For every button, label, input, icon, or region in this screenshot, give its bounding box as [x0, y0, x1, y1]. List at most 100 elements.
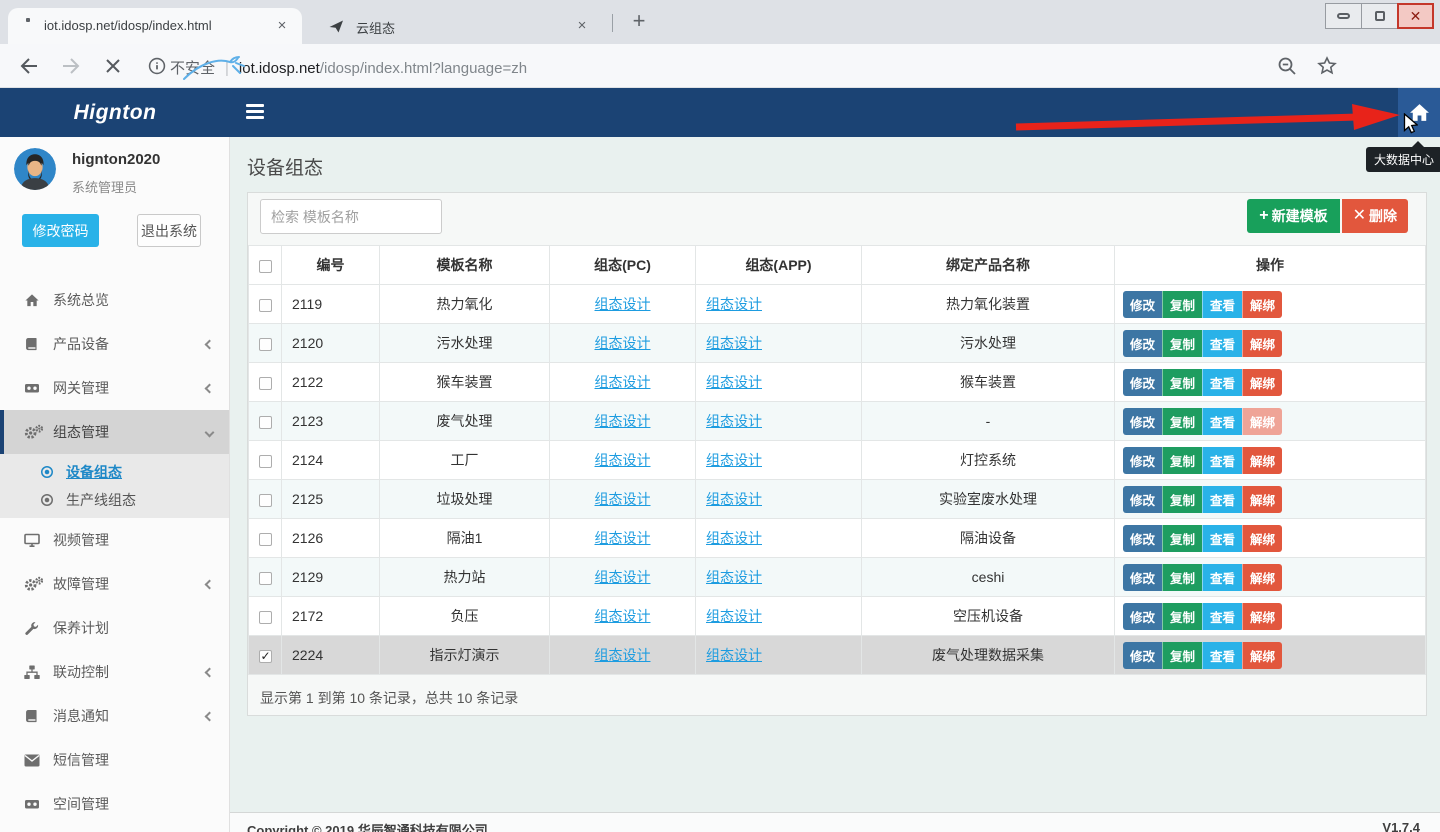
- pc-config-link[interactable]: 组态设计: [595, 569, 651, 585]
- copy-button[interactable]: 复制: [1162, 525, 1202, 552]
- stop-loading-icon[interactable]: [102, 55, 124, 77]
- sidebar-item-line-config[interactable]: 生产线组态: [0, 486, 229, 514]
- info-icon[interactable]: [148, 57, 166, 75]
- forward-icon[interactable]: [60, 55, 82, 77]
- edit-button[interactable]: 修改: [1123, 642, 1162, 669]
- edit-button[interactable]: 修改: [1123, 525, 1162, 552]
- sidebar-item-system-overview[interactable]: 系统总览: [0, 278, 229, 322]
- pc-config-link[interactable]: 组态设计: [595, 491, 651, 507]
- pc-config-link[interactable]: 组态设计: [595, 413, 651, 429]
- row-checkbox[interactable]: [259, 494, 272, 507]
- edit-button[interactable]: 修改: [1123, 486, 1162, 513]
- app-config-link[interactable]: 组态设计: [706, 491, 762, 507]
- copy-button[interactable]: 复制: [1162, 447, 1202, 474]
- view-button[interactable]: 查看: [1202, 642, 1242, 669]
- unbind-button[interactable]: 解绑: [1242, 330, 1282, 357]
- pc-config-link[interactable]: 组态设计: [595, 608, 651, 624]
- edit-button[interactable]: 修改: [1123, 603, 1162, 630]
- close-button[interactable]: ✕: [1397, 3, 1434, 29]
- sidebar-item-fault[interactable]: 故障管理: [0, 562, 229, 606]
- sidebar-item-linkage[interactable]: 联动控制: [0, 650, 229, 694]
- unbind-button[interactable]: 解绑: [1242, 564, 1282, 591]
- select-all-checkbox[interactable]: [259, 260, 272, 273]
- view-button[interactable]: 查看: [1202, 486, 1242, 513]
- app-config-link[interactable]: 组态设计: [706, 530, 762, 546]
- row-checkbox[interactable]: [259, 533, 272, 546]
- view-button[interactable]: 查看: [1202, 525, 1242, 552]
- row-checkbox[interactable]: [259, 611, 272, 624]
- sidebar-item-space[interactable]: 空间管理: [0, 782, 229, 826]
- sidebar-item-config-management[interactable]: 组态管理: [0, 410, 229, 454]
- copy-button[interactable]: 复制: [1162, 486, 1202, 513]
- unbind-button[interactable]: 解绑: [1242, 525, 1282, 552]
- pc-config-link[interactable]: 组态设计: [595, 530, 651, 546]
- edit-button[interactable]: 修改: [1123, 330, 1162, 357]
- pc-config-link[interactable]: 组态设计: [595, 647, 651, 663]
- sidebar-toggle-hamburger-icon[interactable]: [246, 104, 264, 120]
- copy-button[interactable]: 复制: [1162, 330, 1202, 357]
- pc-config-link[interactable]: 组态设计: [595, 335, 651, 351]
- zoom-out-icon[interactable]: [1276, 55, 1298, 77]
- new-tab-button[interactable]: +: [624, 8, 654, 36]
- app-config-link[interactable]: 组态设计: [706, 569, 762, 585]
- delete-button[interactable]: ✕删除: [1342, 199, 1408, 233]
- copy-button[interactable]: 复制: [1162, 369, 1202, 396]
- row-checkbox[interactable]: [259, 416, 272, 429]
- edit-button[interactable]: 修改: [1123, 408, 1162, 435]
- tab-close-icon[interactable]: ×: [572, 16, 592, 36]
- row-checkbox[interactable]: [259, 572, 272, 585]
- app-config-link[interactable]: 组态设计: [706, 335, 762, 351]
- new-template-button[interactable]: +新建模板: [1247, 199, 1339, 233]
- sidebar-item-sms[interactable]: 短信管理: [0, 738, 229, 782]
- view-button[interactable]: 查看: [1202, 369, 1242, 396]
- app-config-link[interactable]: 组态设计: [706, 413, 762, 429]
- browser-tab-inactive[interactable]: 云组态 ×: [308, 8, 602, 44]
- view-button[interactable]: 查看: [1202, 447, 1242, 474]
- unbind-button[interactable]: 解绑: [1242, 291, 1282, 318]
- row-checkbox[interactable]: [259, 377, 272, 390]
- edit-button[interactable]: 修改: [1123, 447, 1162, 474]
- unbind-button[interactable]: 解绑: [1242, 369, 1282, 396]
- sidebar-item-maintenance[interactable]: 保养计划: [0, 606, 229, 650]
- copy-button[interactable]: 复制: [1162, 291, 1202, 318]
- edit-button[interactable]: 修改: [1123, 564, 1162, 591]
- pc-config-link[interactable]: 组态设计: [595, 296, 651, 312]
- sidebar-item-video[interactable]: 视频管理: [0, 518, 229, 562]
- unbind-button[interactable]: 解绑: [1242, 408, 1282, 435]
- unbind-button[interactable]: 解绑: [1242, 486, 1282, 513]
- browser-tab-active[interactable]: iot.idosp.net/idosp/index.html ×: [8, 8, 302, 44]
- edit-button[interactable]: 修改: [1123, 369, 1162, 396]
- view-button[interactable]: 查看: [1202, 291, 1242, 318]
- sidebar-item-gateway[interactable]: 网关管理: [0, 366, 229, 410]
- copy-button[interactable]: 复制: [1162, 603, 1202, 630]
- copy-button[interactable]: 复制: [1162, 564, 1202, 591]
- row-checkbox[interactable]: [259, 299, 272, 312]
- unbind-button[interactable]: 解绑: [1242, 447, 1282, 474]
- bookmark-star-icon[interactable]: [1316, 55, 1338, 77]
- minimize-button[interactable]: [1325, 3, 1362, 29]
- sidebar-item-products[interactable]: 产品设备: [0, 322, 229, 366]
- app-config-link[interactable]: 组态设计: [706, 647, 762, 663]
- unbind-button[interactable]: 解绑: [1242, 642, 1282, 669]
- copy-button[interactable]: 复制: [1162, 408, 1202, 435]
- view-button[interactable]: 查看: [1202, 564, 1242, 591]
- tab-close-icon[interactable]: ×: [272, 16, 292, 36]
- logout-button[interactable]: 退出系统: [137, 214, 201, 247]
- edit-button[interactable]: 修改: [1123, 291, 1162, 318]
- view-button[interactable]: 查看: [1202, 330, 1242, 357]
- sidebar-item-notifications[interactable]: 消息通知: [0, 694, 229, 738]
- pc-config-link[interactable]: 组态设计: [595, 452, 651, 468]
- unbind-button[interactable]: 解绑: [1242, 603, 1282, 630]
- row-checkbox[interactable]: [259, 455, 272, 468]
- change-password-button[interactable]: 修改密码: [22, 214, 99, 247]
- view-button[interactable]: 查看: [1202, 408, 1242, 435]
- sidebar-item-device-config[interactable]: 设备组态: [0, 458, 229, 486]
- app-config-link[interactable]: 组态设计: [706, 296, 762, 312]
- row-checkbox[interactable]: [259, 650, 272, 663]
- view-button[interactable]: 查看: [1202, 603, 1242, 630]
- copy-button[interactable]: 复制: [1162, 642, 1202, 669]
- app-config-link[interactable]: 组态设计: [706, 452, 762, 468]
- app-config-link[interactable]: 组态设计: [706, 608, 762, 624]
- app-config-link[interactable]: 组态设计: [706, 374, 762, 390]
- pc-config-link[interactable]: 组态设计: [595, 374, 651, 390]
